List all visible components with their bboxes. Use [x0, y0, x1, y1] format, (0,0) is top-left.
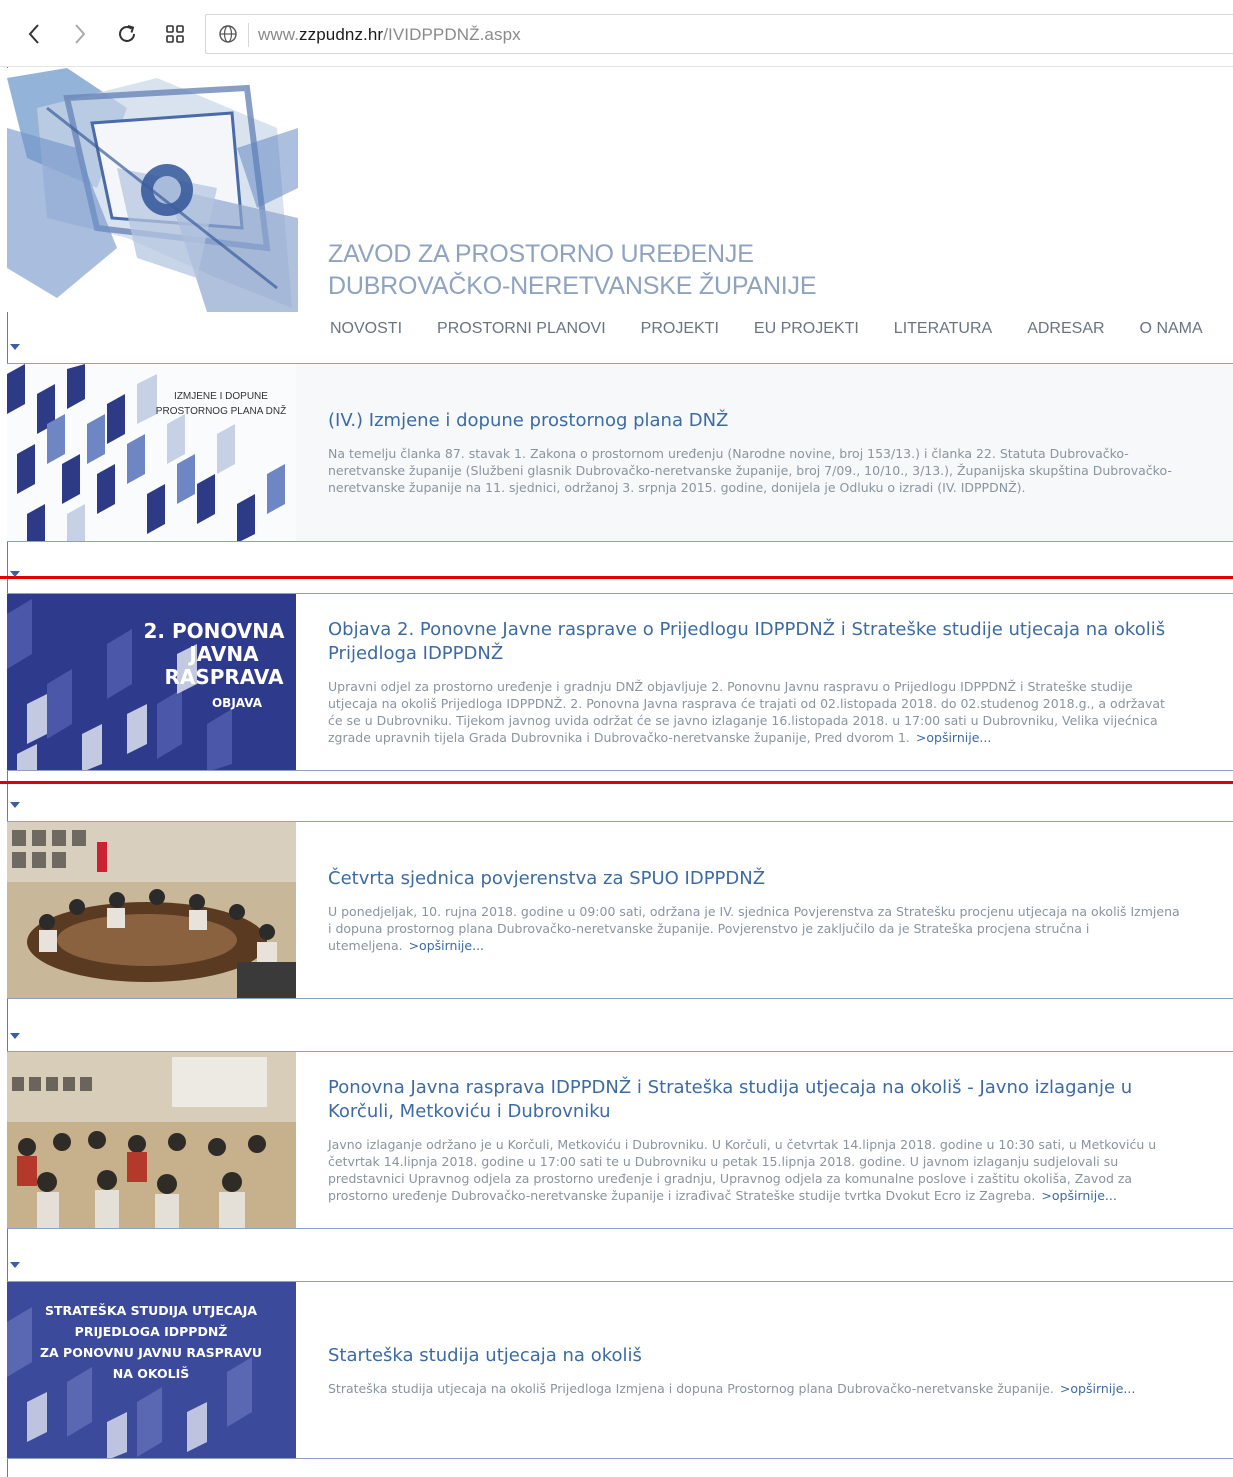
address-bar[interactable]: www.zzpudnz.hr/IVIDPPDNŽ.aspx	[205, 14, 1233, 54]
news-text: Četvrta sjednica povjerenstva za SPUO ID…	[328, 822, 1183, 998]
news-summary: Upravni odjel za prostorno uređenje i gr…	[328, 678, 1183, 746]
forward-button[interactable]	[66, 20, 94, 48]
news-summary: Strateška studija utjecaja na okoliš Pri…	[328, 1380, 1183, 1397]
news-summary-text: Upravni odjel za prostorno uređenje i gr…	[328, 679, 1165, 745]
read-more-link[interactable]: >opširnije...	[916, 730, 991, 745]
apps-grid-icon	[166, 25, 184, 43]
news-thumbnail[interactable]: 2. PONOVNA JAVNA RASPRAVA OBJAVA	[7, 594, 296, 770]
nav-item-literatura[interactable]: LITERATURA	[894, 320, 992, 338]
browser-toolbar: www.zzpudnz.hr/IVIDPPDNŽ.aspx	[0, 0, 1233, 67]
pattern-thumbnail-image: IZMJENE I DOPUNE PROSTORNOG PLANA DNŽ	[7, 364, 296, 541]
nav-item-projekti[interactable]: PROJEKTI	[641, 320, 719, 338]
news-summary: U ponedjeljak, 10. rujna 2018. godine u …	[328, 903, 1183, 954]
news-item: Četvrta sjednica povjerenstva za SPUO ID…	[7, 821, 1233, 999]
news-title[interactable]: Objava 2. Ponovne Javne rasprave o Prije…	[328, 618, 1183, 666]
nav-item-prostorni-planovi[interactable]: PROSTORNI PLANOVI	[437, 320, 606, 338]
nav-item-adresar[interactable]: ADRESAR	[1027, 320, 1104, 338]
back-button[interactable]	[20, 20, 48, 48]
news-summary-text: Na temelju članka 87. stavak 1. Zakona o…	[328, 446, 1172, 495]
url-domain: zzpudnz.hr	[299, 25, 384, 44]
news-title[interactable]: (IV.) Izmjene i dopune prostornog plana …	[328, 409, 1183, 433]
news-text: (IV.) Izmjene i dopune prostornog plana …	[328, 364, 1183, 541]
news-thumbnail[interactable]: IZMJENE I DOPUNE PROSTORNOG PLANA DNŽ	[7, 364, 296, 541]
logo-artwork	[7, 68, 298, 312]
study-thumbnail-image: STRATEŠKA STUDIJA UTJECAJA PRIJEDLOGA ID…	[7, 1282, 296, 1458]
news-item: IZMJENE I DOPUNE PROSTORNOG PLANA DNŽ (I…	[7, 363, 1233, 542]
news-thumbnail[interactable]: STRATEŠKA STUDIJA UTJECAJA PRIJEDLOGA ID…	[7, 1282, 296, 1458]
reload-button[interactable]	[113, 20, 141, 48]
thumb-caption-2: JAVNA	[187, 642, 259, 666]
read-more-link[interactable]: >opširnije...	[1041, 1188, 1116, 1203]
url-path: /IVIDPPDNŽ.aspx	[383, 25, 521, 44]
globe-icon	[219, 25, 237, 43]
read-more-link[interactable]: >opširnije...	[409, 938, 484, 953]
news-title[interactable]: Četvrta sjednica povjerenstva za SPUO ID…	[328, 867, 1183, 891]
news-title[interactable]: Starteška studija utjecaja na okoliš	[328, 1344, 1183, 1368]
thumb-caption-3: RASPRAVA	[164, 665, 284, 689]
chevron-right-icon	[75, 24, 86, 44]
thumb-caption-4: NA OKOLIŠ	[113, 1366, 189, 1381]
main-navigation: NOVOSTI PROSTORNI PLANOVI PROJEKTI EU PR…	[330, 320, 1203, 338]
news-summary: Javno izlaganje održano je u Korčuli, Me…	[328, 1136, 1183, 1204]
news-thumbnail[interactable]	[7, 1052, 296, 1228]
news-item: STRATEŠKA STUDIJA UTJECAJA PRIJEDLOGA ID…	[7, 1281, 1233, 1459]
news-text: Starteška studija utjecaja na okoliš Str…	[328, 1282, 1183, 1458]
collapse-arrow-icon[interactable]	[10, 571, 20, 577]
news-item: 2. PONOVNA JAVNA RASPRAVA OBJAVA Objava …	[7, 593, 1233, 771]
chevron-left-icon	[28, 24, 39, 44]
news-text: Objava 2. Ponovne Javne rasprave o Prije…	[328, 594, 1183, 770]
site-title-line1: ZAVOD ZA PROSTORNO UREĐENJE	[328, 240, 754, 268]
reload-icon	[119, 25, 135, 42]
url-prefix: www.	[258, 25, 300, 44]
site-title: ZAVOD ZA PROSTORNO UREĐENJE DUBROVAČKO-N…	[328, 238, 817, 302]
news-summary-text: Strateška studija utjecaja na okoliš Pri…	[328, 1380, 1054, 1396]
address-separator	[248, 23, 249, 47]
news-title[interactable]: Ponovna Javna rasprava IDPPDNŽ i Strateš…	[328, 1076, 1183, 1124]
thumb-caption-1: 2. PONOVNA	[143, 619, 285, 643]
collapse-arrow-icon[interactable]	[10, 1262, 20, 1268]
highlight-line-top	[0, 576, 1233, 579]
raspava-thumbnail-image: 2. PONOVNA JAVNA RASPRAVA OBJAVA	[7, 594, 296, 770]
news-item: Ponovna Javna rasprava IDPPDNŽ i Strateš…	[7, 1051, 1233, 1229]
news-text: Ponovna Javna rasprava IDPPDNŽ i Strateš…	[328, 1052, 1183, 1228]
url-text[interactable]: www.zzpudnz.hr/IVIDPPDNŽ.aspx	[258, 25, 521, 45]
highlight-line-bottom	[0, 781, 1233, 784]
thumb-caption-4: OBJAVA	[212, 696, 263, 710]
news-summary-text: Javno izlaganje održano je u Korčuli, Me…	[328, 1137, 1157, 1203]
thumb-caption-2: PRIJEDLOGA IDPPDNŽ	[75, 1324, 228, 1339]
site-title-line2: DUBROVAČKO-NERETVANSKE ŽUPANIJE	[328, 272, 817, 300]
site-logo[interactable]	[7, 68, 298, 312]
read-more-link[interactable]: >opširnije...	[1060, 1381, 1135, 1396]
public-hearing-photo	[7, 1052, 296, 1228]
nav-item-o-nama[interactable]: O NAMA	[1140, 320, 1203, 338]
thumb-caption-1: IZMJENE I DOPUNE	[174, 391, 268, 402]
thumb-caption-1: STRATEŠKA STUDIJA UTJECAJA	[45, 1303, 257, 1318]
collapse-arrow-icon[interactable]	[10, 1033, 20, 1039]
collapse-arrow-icon[interactable]	[10, 802, 20, 808]
meeting-photo	[7, 822, 296, 998]
thumb-caption-3: ZA PONOVNU JAVNU RASPRAVU	[40, 1345, 262, 1360]
nav-item-novosti[interactable]: NOVOSTI	[330, 320, 402, 338]
news-thumbnail[interactable]	[7, 822, 296, 998]
thumb-caption-2: PROSTORNOG PLANA DNŽ	[156, 404, 286, 417]
nav-item-eu-projekti[interactable]: EU PROJEKTI	[754, 320, 859, 338]
news-summary: Na temelju članka 87. stavak 1. Zakona o…	[328, 445, 1183, 496]
apps-grid-button[interactable]	[161, 20, 189, 48]
collapse-arrow-icon[interactable]	[10, 344, 20, 350]
